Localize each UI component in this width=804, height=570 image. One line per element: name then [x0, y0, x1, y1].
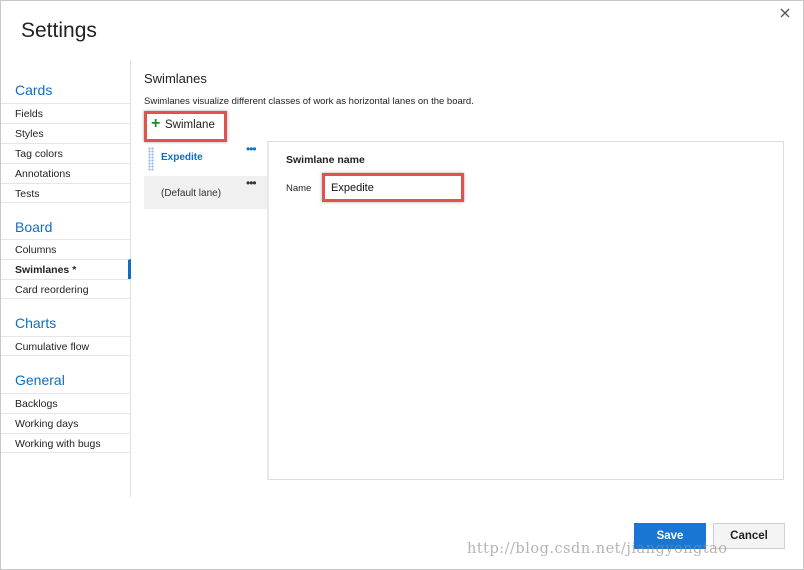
sidebar-item-annotations[interactable]: Annotations [1, 163, 131, 183]
more-options-icon[interactable]: ••• [246, 176, 257, 190]
page-title: Swimlanes [144, 71, 207, 86]
watermark-text: http://blog.csdn.net/jiangyongtao [467, 541, 728, 557]
settings-sidebar: Cards Fields Styles Tag colors Annotatio… [1, 61, 131, 497]
section-title-board: Board [15, 219, 53, 235]
swimlane-item-expedite[interactable]: Expedite ••• [144, 142, 268, 175]
sidebar-item-tag-colors[interactable]: Tag colors [1, 143, 131, 163]
sidebar-item-cumulative-flow[interactable]: Cumulative flow [1, 336, 131, 356]
swimlane-list: Expedite ••• (Default lane) ••• [144, 142, 268, 209]
name-label: Name [286, 183, 312, 194]
swimlane-name-input[interactable] [322, 173, 464, 202]
swimlane-detail-panel: Swimlane name Name [267, 141, 784, 480]
sidebar-item-working-with-bugs[interactable]: Working with bugs [1, 433, 131, 453]
sidebar-item-fields[interactable]: Fields [1, 103, 131, 123]
more-options-icon[interactable]: ••• [246, 142, 257, 156]
sidebar-item-card-reordering[interactable]: Card reordering [1, 279, 131, 299]
plus-icon: + [151, 115, 161, 132]
drag-handle-icon[interactable] [148, 147, 154, 171]
add-swimlane-button[interactable]: + Swimlane [144, 111, 227, 142]
sidebar-item-working-days[interactable]: Working days [1, 413, 131, 433]
detail-title: Swimlane name [286, 154, 365, 166]
page-description: Swimlanes visualize different classes of… [144, 96, 474, 107]
swimlane-name: Expedite [161, 152, 203, 163]
swimlane-name: (Default lane) [161, 188, 222, 199]
settings-dialog: Settings Cards Fields Styles Tag colors … [0, 0, 804, 570]
sidebar-item-columns[interactable]: Columns [1, 239, 131, 259]
close-icon[interactable] [778, 6, 792, 20]
add-swimlane-label: Swimlane [165, 119, 215, 131]
sidebar-item-styles[interactable]: Styles [1, 123, 131, 143]
sidebar-item-tests[interactable]: Tests [1, 183, 131, 203]
sidebar-item-backlogs[interactable]: Backlogs [1, 393, 131, 413]
sidebar-item-swimlanes[interactable]: Swimlanes * [1, 259, 131, 279]
swimlane-item-default[interactable]: (Default lane) ••• [144, 176, 268, 209]
section-title-charts: Charts [15, 315, 57, 331]
section-title-cards: Cards [15, 82, 53, 98]
dialog-title: Settings [21, 19, 97, 42]
section-title-general: General [15, 372, 65, 388]
